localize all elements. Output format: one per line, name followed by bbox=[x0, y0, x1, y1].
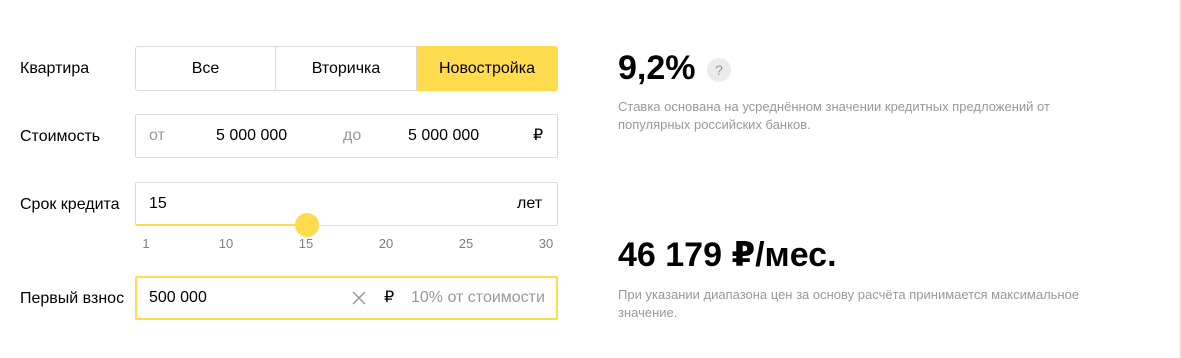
flat-type-secondary-button[interactable]: Вторичка bbox=[276, 46, 417, 91]
term-field: 15 лет bbox=[135, 182, 558, 226]
clear-icon[interactable] bbox=[351, 290, 367, 306]
down-payment-input[interactable]: 500 000 bbox=[149, 278, 207, 318]
term-unit: лет bbox=[517, 195, 543, 212]
cost-label: Стоимость bbox=[20, 128, 101, 145]
term-tick: 30 bbox=[538, 236, 554, 251]
term-slider-fill bbox=[136, 224, 307, 226]
term-tick: 15 bbox=[298, 236, 314, 251]
cost-to-prefix: до bbox=[343, 127, 362, 144]
rate-note: Ставка основана на усреднённом значении … bbox=[618, 99, 1050, 132]
term-input[interactable]: 15 bbox=[149, 183, 167, 225]
flat-type-new-button[interactable]: Новостройка bbox=[417, 46, 558, 91]
down-payment-currency: ₽ bbox=[384, 289, 395, 306]
help-icon[interactable]: ? bbox=[707, 58, 731, 82]
term-slider-ticks: 1 10 15 20 25 30 bbox=[135, 236, 558, 252]
term-tick: 10 bbox=[218, 236, 234, 251]
down-payment-field: 500 000 ₽ 10% от стоимости bbox=[135, 276, 558, 320]
cost-from-input[interactable]: 5 000 000 bbox=[216, 115, 287, 157]
rate-value: 9,2% bbox=[618, 49, 696, 87]
down-payment-percent: 10% от стоимости bbox=[411, 289, 545, 306]
down-payment-label: Первый взнос bbox=[20, 290, 125, 307]
flat-type-segmented-control: Все Вторичка Новостройка bbox=[135, 46, 558, 91]
flat-type-all-button[interactable]: Все bbox=[135, 46, 276, 91]
cost-from-prefix: от bbox=[149, 127, 165, 144]
term-tick: 20 bbox=[378, 236, 394, 251]
cost-to-input[interactable]: 5 000 000 bbox=[408, 115, 479, 157]
term-tick: 1 bbox=[142, 236, 150, 251]
monthly-payment-value: 46 179 ₽/мес. bbox=[618, 236, 837, 274]
flat-type-label: Квартира bbox=[20, 60, 90, 77]
term-slider-handle[interactable] bbox=[295, 213, 319, 237]
cost-range-field: от 5 000 000 до 5 000 000 ₽ bbox=[135, 114, 558, 158]
term-tick: 25 bbox=[458, 236, 474, 251]
cost-currency-symbol: ₽ bbox=[533, 127, 544, 144]
payment-note: При указании диапазона цен за основу рас… bbox=[618, 287, 1080, 320]
term-label: Срок кредита bbox=[20, 196, 120, 213]
